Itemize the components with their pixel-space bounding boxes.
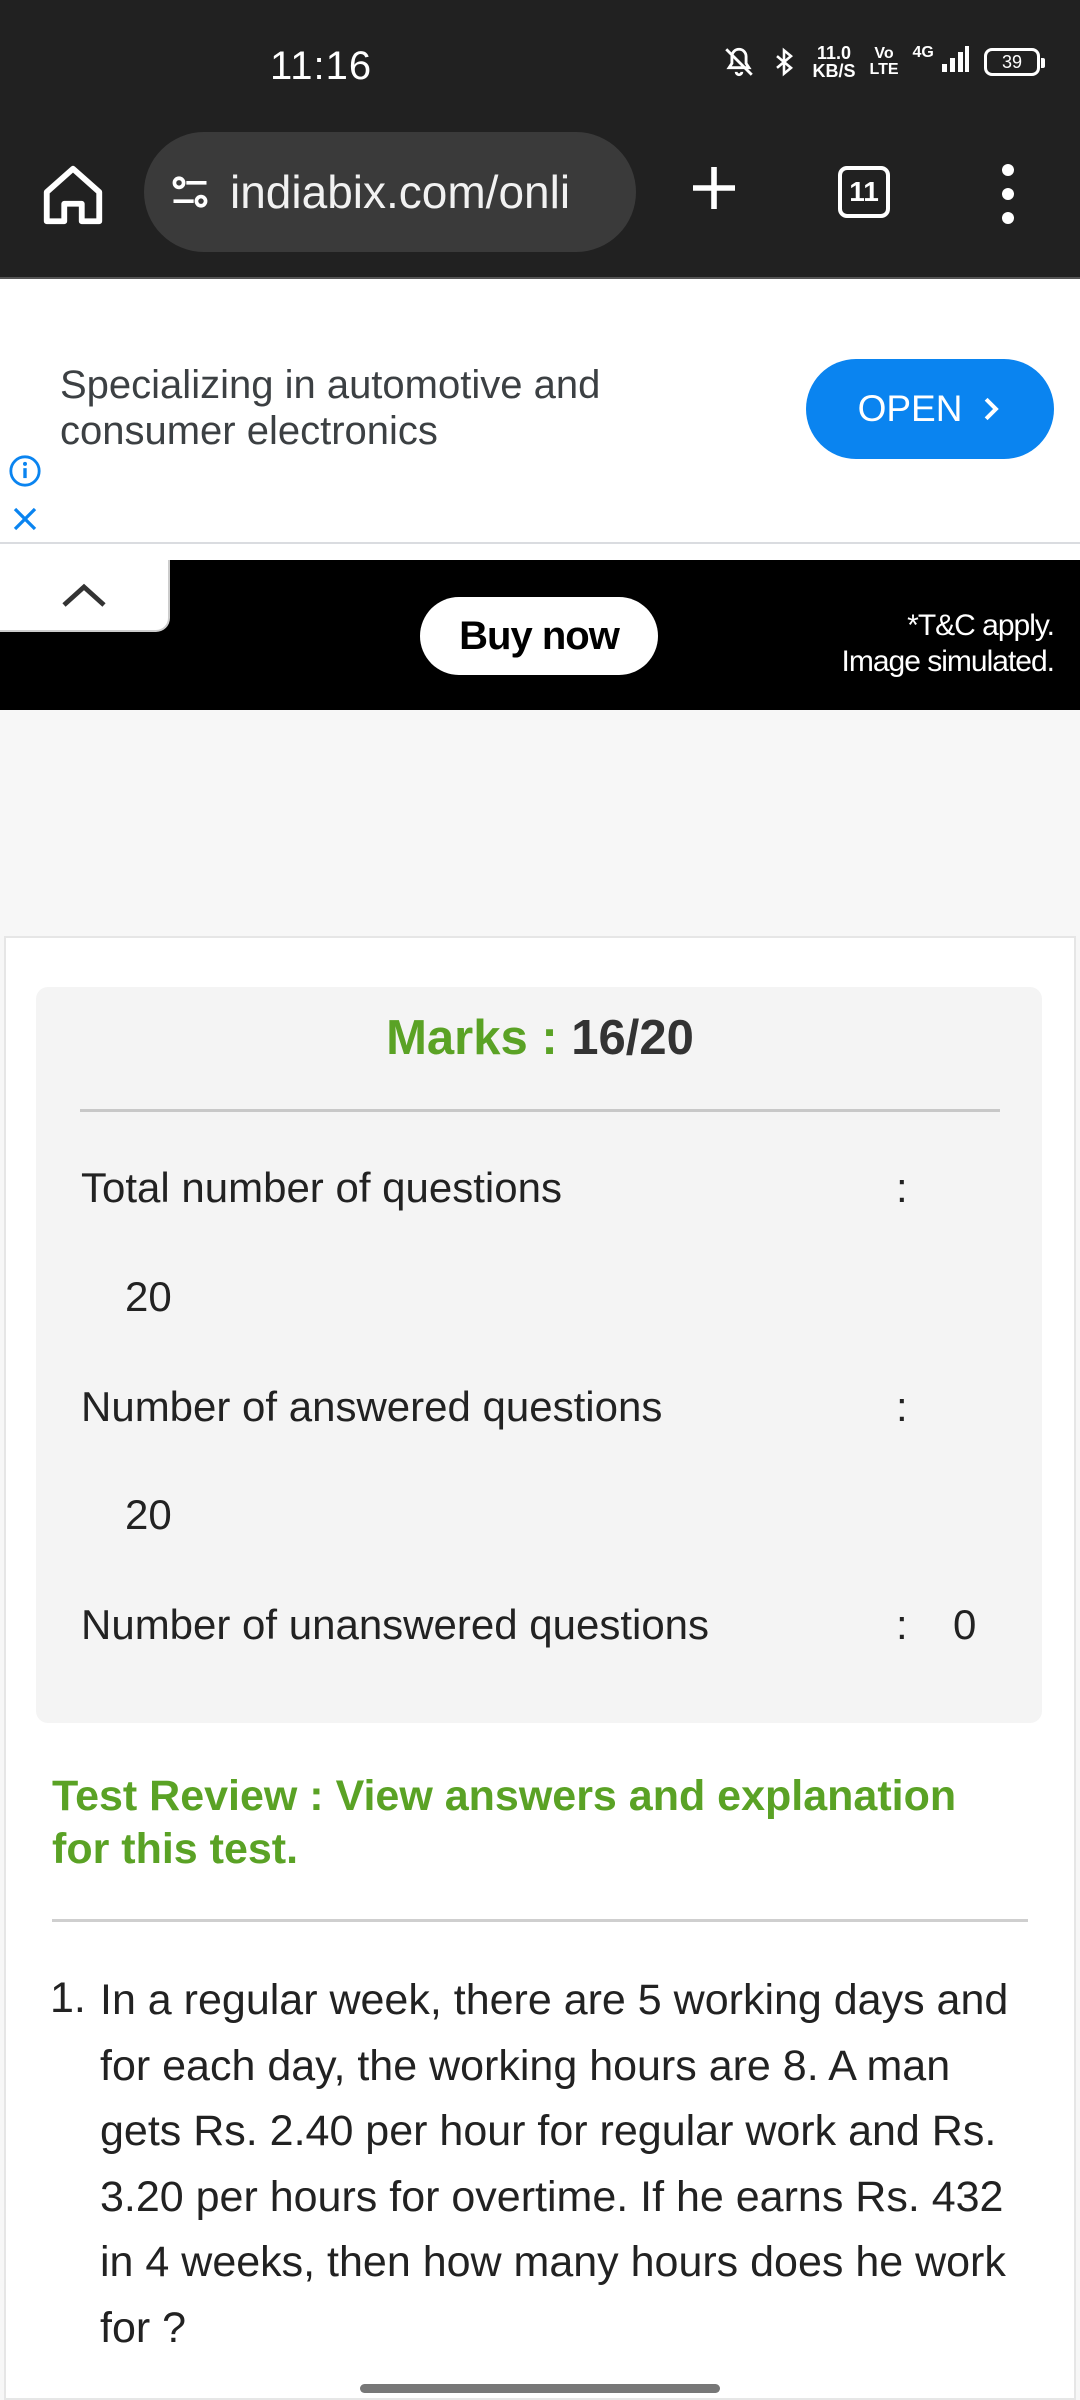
url-bar[interactable]: indiabix.com/onli	[144, 132, 636, 252]
browser-toolbar: indiabix.com/onli 11	[0, 130, 1080, 277]
stat-answered-label: Number of answered questions	[81, 1383, 663, 1430]
network-indicator: 4G	[913, 44, 970, 80]
net-speed-value: 11.0	[816, 43, 852, 63]
question-number: 1.	[50, 1974, 86, 2022]
marks-label: Marks :	[386, 1011, 558, 1065]
net-speed-unit: KB/S	[812, 61, 856, 81]
bluetooth-icon	[776, 47, 794, 77]
network-type: 4G	[912, 44, 934, 61]
stat-unanswered-colon: :	[896, 1601, 908, 1648]
stat-total-value: 20	[125, 1273, 172, 1320]
new-tab-icon[interactable]	[686, 160, 742, 216]
site-settings-icon[interactable]	[168, 170, 212, 214]
collapse-ad-button[interactable]	[0, 560, 170, 632]
stat-total-label: Total number of questions	[81, 1164, 562, 1211]
stat-unanswered-value: 0	[953, 1601, 977, 1648]
status-bar: 11:16 11.0 KB/S Vo LTE 4G 39	[0, 0, 1080, 130]
url-text[interactable]: indiabix.com/onli	[230, 165, 570, 219]
question-text: In a regular week, there are 5 working d…	[100, 1976, 1009, 2352]
ad-close-icon[interactable]	[10, 504, 40, 534]
marks-heading: Marks : 16/20	[0, 1010, 1080, 1066]
marks-value: 16/20	[571, 1011, 694, 1065]
ad-disclaimer: *T&C apply. Image simulated.	[841, 608, 1055, 680]
battery-level: 39	[1001, 51, 1023, 72]
tab-switcher-button[interactable]: 11	[838, 166, 890, 218]
review-divider	[52, 1919, 1028, 1922]
chevron-up-icon	[62, 583, 106, 607]
ad-disclaimer-line1: *T&C apply.	[907, 609, 1055, 642]
ad-open-button[interactable]: OPEN	[806, 359, 1054, 459]
net-speed: 11.0 KB/S	[812, 44, 855, 80]
status-icons: 11.0 KB/S Vo LTE 4G 39	[722, 44, 1045, 80]
signal-icon	[942, 46, 969, 72]
battery-icon: 39	[984, 48, 1045, 76]
ad-open-label: OPEN	[857, 388, 963, 429]
ad-info-icon[interactable]	[8, 454, 42, 488]
status-time: 11:16	[270, 44, 373, 88]
marks-divider	[80, 1109, 1000, 1112]
home-icon[interactable]	[38, 160, 108, 230]
volte-top: Vo	[874, 45, 894, 62]
volte-bottom: LTE	[869, 61, 899, 78]
tab-count: 11	[849, 176, 879, 207]
ad-banner[interactable]: Specializing in automotive and consumer …	[0, 279, 1080, 544]
ad-disclaimer-line2: Image simulated.	[841, 645, 1055, 678]
ad-text[interactable]: Specializing in automotive and consumer …	[60, 362, 760, 454]
stat-answered-colon: :	[896, 1383, 908, 1430]
stat-answered-value: 20	[125, 1491, 172, 1538]
test-review-link[interactable]: Test Review : View answers and explanati…	[52, 1770, 1012, 1876]
mute-bell-icon	[725, 47, 754, 77]
more-menu-icon[interactable]	[990, 164, 1026, 224]
stat-total-colon: :	[896, 1164, 908, 1211]
chevron-right-icon	[985, 397, 1000, 421]
buy-now-button[interactable]: Buy now	[420, 597, 658, 675]
stat-unanswered-label: Number of unanswered questions	[81, 1601, 710, 1648]
volte-indicator: Vo LTE	[870, 46, 899, 78]
gesture-home-bar[interactable]	[360, 2384, 720, 2393]
